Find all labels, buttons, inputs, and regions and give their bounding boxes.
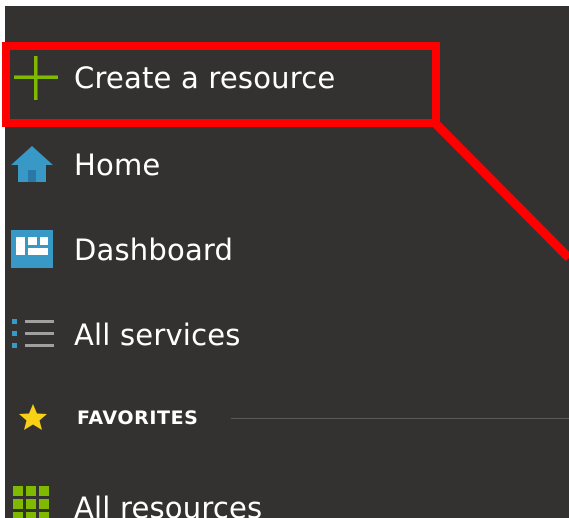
- favorites-divider: [231, 418, 569, 419]
- portal-sidebar: Create a resource Home Dashboard All ser…: [5, 6, 569, 518]
- favorites-label: FAVORITES: [77, 407, 199, 429]
- home-icon: [11, 146, 53, 182]
- dashboard-item[interactable]: Dashboard: [5, 219, 569, 279]
- screenshot-frame: Create a resource Home Dashboard All ser…: [0, 0, 569, 518]
- plus-icon: [14, 56, 58, 100]
- home-item[interactable]: Home: [5, 134, 569, 194]
- home-label: Home: [74, 148, 161, 182]
- star-icon: [19, 404, 47, 430]
- all-resources-item[interactable]: All resources: [5, 474, 569, 518]
- all-resources-label: All resources: [74, 491, 263, 518]
- create-resource-item[interactable]: Create a resource: [5, 48, 569, 108]
- dashboard-icon: [11, 230, 53, 268]
- all-services-item[interactable]: All services: [5, 304, 569, 364]
- dashboard-label: Dashboard: [74, 233, 234, 267]
- list-icon: [12, 319, 54, 348]
- grid-icon: [13, 486, 49, 518]
- create-resource-label: Create a resource: [74, 61, 336, 95]
- all-services-label: All services: [74, 318, 241, 352]
- favorites-section-header: FAVORITES: [5, 392, 569, 442]
